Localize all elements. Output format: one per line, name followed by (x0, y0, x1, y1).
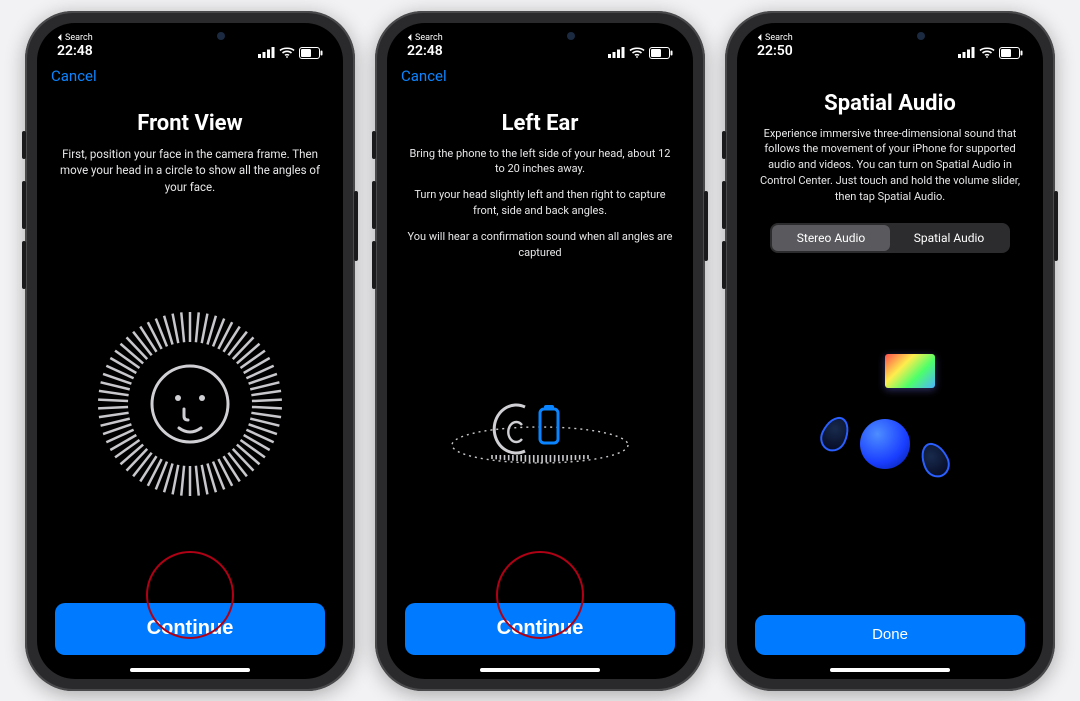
breadcrumb-back[interactable]: Search (407, 33, 443, 43)
breadcrumb-back[interactable]: Search (57, 33, 93, 43)
page-description: First, position your face in the camera … (57, 146, 323, 196)
ear-scan-graphic (407, 271, 673, 602)
breadcrumb-back[interactable]: Search (757, 33, 793, 43)
cellular-icon (958, 47, 975, 58)
continue-button[interactable]: Continue (405, 603, 675, 655)
notch (825, 23, 955, 51)
airpod-left-icon (816, 412, 855, 456)
battery-icon (649, 47, 673, 59)
wifi-icon (629, 47, 645, 58)
page-title: Left Ear (502, 111, 579, 136)
battery-icon (999, 47, 1023, 59)
screen-icon (885, 354, 935, 388)
page-description-1: Bring the phone to the left side of your… (407, 146, 673, 178)
page-description-2: Turn your head slightly left and then ri… (407, 187, 673, 219)
page-description: Experience immersive three-dimensional s… (757, 126, 1023, 206)
iphone-frame-3: Search 22:50 Spatial Audio Experience im… (725, 11, 1055, 691)
wifi-icon (279, 47, 295, 58)
battery-icon (299, 47, 323, 59)
spatial-audio-graphic (757, 253, 1023, 614)
continue-button[interactable]: Continue (55, 603, 325, 655)
wifi-icon (979, 47, 995, 58)
page-description-3: You will hear a confirmation sound when … (407, 229, 673, 261)
home-indicator[interactable] (480, 668, 600, 672)
done-button[interactable]: Done (755, 615, 1025, 655)
cancel-button[interactable]: Cancel (51, 67, 97, 85)
audio-mode-segmented[interactable]: Stereo Audio Spatial Audio (770, 223, 1010, 253)
page-title: Front View (137, 111, 242, 136)
page-title: Spatial Audio (824, 91, 956, 116)
home-indicator[interactable] (130, 668, 250, 672)
segment-stereo[interactable]: Stereo Audio (772, 225, 890, 251)
home-indicator[interactable] (830, 668, 950, 672)
notch (125, 23, 255, 51)
notch (475, 23, 605, 51)
clock: 22:48 (57, 43, 93, 59)
face-scan-graphic (57, 206, 323, 603)
clock: 22:50 (757, 43, 793, 59)
cellular-icon (258, 47, 275, 58)
cancel-button[interactable]: Cancel (401, 67, 447, 85)
cellular-icon (608, 47, 625, 58)
airpod-right-icon (916, 438, 955, 482)
head-icon (860, 419, 910, 469)
iphone-frame-2: Search 22:48 Cancel Left Ear Bring the p… (375, 11, 705, 691)
clock: 22:48 (407, 43, 443, 59)
iphone-frame-1: Search 22:48 Cancel Front View First, po… (25, 11, 355, 691)
segment-spatial[interactable]: Spatial Audio (890, 225, 1008, 251)
